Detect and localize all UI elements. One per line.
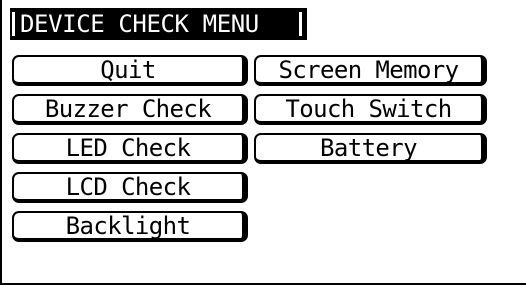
touch-switch-button[interactable]: Touch Switch <box>254 94 487 125</box>
battery-button-label: Battery <box>320 134 418 162</box>
screen-memory-button-label: Screen Memory <box>278 56 459 84</box>
led-check-button-label: LED Check <box>65 134 191 162</box>
quit-button[interactable]: Quit <box>12 55 248 86</box>
device-check-screen: DEVICE CHECK MENU Quit Buzzer Check LED … <box>0 0 526 285</box>
menu-title-text: DEVICE CHECK MENU <box>20 10 259 38</box>
screen-memory-button[interactable]: Screen Memory <box>254 55 487 86</box>
buzzer-check-button[interactable]: Buzzer Check <box>12 94 248 125</box>
backlight-button-label: Backlight <box>65 212 191 240</box>
touch-switch-button-label: Touch Switch <box>285 95 452 123</box>
buzzer-check-button-label: Buzzer Check <box>44 95 212 123</box>
lcd-check-button[interactable]: LCD Check <box>12 172 248 203</box>
led-check-button[interactable]: LED Check <box>12 133 248 164</box>
menu-title: DEVICE CHECK MENU <box>10 8 307 40</box>
lcd-check-button-label: LCD Check <box>65 173 191 201</box>
backlight-button[interactable]: Backlight <box>12 211 248 242</box>
battery-button[interactable]: Battery <box>254 133 487 164</box>
quit-button-label: Quit <box>100 56 156 84</box>
